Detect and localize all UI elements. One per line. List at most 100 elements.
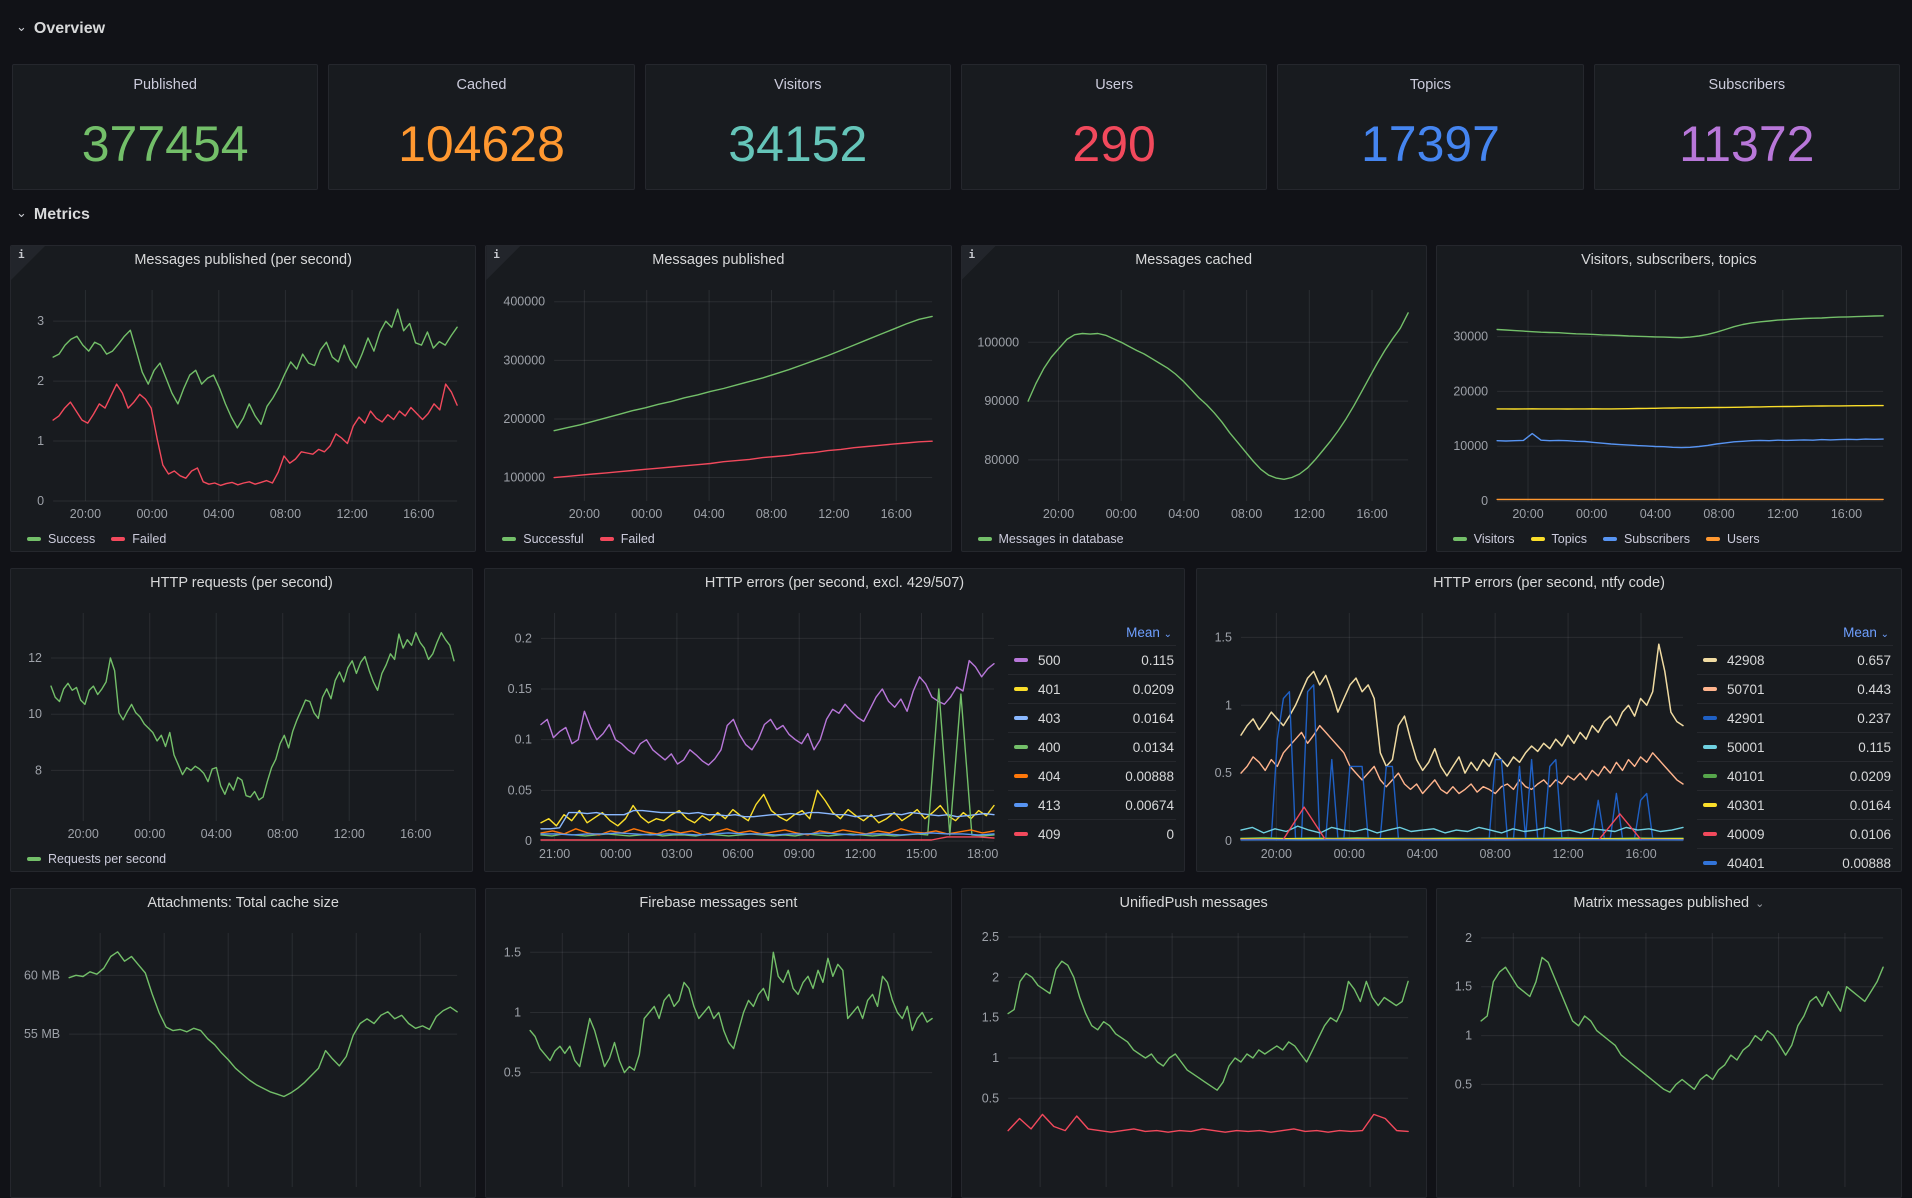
- legend-table-row[interactable]: 507010.443: [1697, 674, 1893, 703]
- panel-info-corner[interactable]: i: [962, 246, 996, 280]
- chart-messages-cached[interactable]: 800009000010000020:0000:0004:0008:0012:0…: [966, 276, 1422, 525]
- panel-messages-published-rate: i Messages published (per second) 012320…: [10, 245, 476, 552]
- panel-title[interactable]: Messages published (per second): [45, 252, 441, 274]
- svg-text:0.5: 0.5: [981, 1091, 998, 1105]
- svg-text:16:00: 16:00: [400, 827, 431, 841]
- legend-table-row[interactable]: 429010.237: [1697, 703, 1893, 732]
- legend-table-row[interactable]: 4040.00888: [1008, 761, 1176, 790]
- legend-table-row[interactable]: 400090.0106: [1697, 819, 1893, 848]
- legend-table-row[interactable]: 404010.00888: [1697, 848, 1893, 872]
- stat-title: Published: [13, 77, 317, 93]
- stats-row: Published 377454 Cached 104628 Visitors …: [12, 64, 1900, 190]
- legend-table-row[interactable]: 4090: [1008, 819, 1176, 848]
- legend-swatch: [1014, 687, 1028, 691]
- legend-item[interactable]: Failed: [600, 532, 655, 546]
- legend-sort-mean[interactable]: Mean ⌄: [1697, 623, 1893, 645]
- panel-messages-cached: i Messages cached 800009000010000020:000…: [961, 245, 1427, 552]
- svg-text:12:00: 12:00: [1552, 847, 1583, 861]
- legend-item[interactable]: Success: [27, 532, 95, 546]
- legend-item[interactable]: Users: [1706, 532, 1760, 546]
- legend-table-row[interactable]: 403010.0164: [1697, 790, 1893, 819]
- chart-matrix-messages[interactable]: 0.511.52: [1441, 919, 1897, 1193]
- panel-info-corner[interactable]: i: [486, 246, 520, 280]
- svg-text:16:00: 16:00: [1831, 507, 1862, 521]
- panel-title[interactable]: Messages published: [520, 252, 916, 274]
- legend-swatch: [1703, 861, 1717, 865]
- chart-visitors-subscribers-topics[interactable]: 010000200003000020:0000:0004:0008:0012:0…: [1441, 276, 1897, 525]
- panel-title[interactable]: Visitors, subscribers, topics: [1471, 252, 1867, 274]
- section-overview-label: Overview: [34, 20, 105, 38]
- legend-mean-value: 0.237: [1857, 711, 1891, 726]
- legend-table-row[interactable]: 429080.657: [1697, 645, 1893, 674]
- legend-item[interactable]: Successful: [502, 532, 583, 546]
- chart-http-errors-ntfy[interactable]: 00.511.520:0000:0004:0008:0012:0016:00: [1201, 599, 1697, 865]
- legend-table-row[interactable]: 5000.115: [1008, 645, 1176, 674]
- svg-text:20:00: 20:00: [1261, 847, 1292, 861]
- svg-text:2: 2: [1465, 931, 1472, 945]
- chart-unifiedpush-messages[interactable]: 0.511.522.5: [966, 919, 1422, 1193]
- chart-messages-published-total[interactable]: 10000020000030000040000020:0000:0004:000…: [490, 276, 946, 525]
- legend-swatch: [1014, 774, 1028, 778]
- panel-title[interactable]: Messages cached: [996, 252, 1392, 274]
- svg-text:00:00: 00:00: [600, 847, 631, 861]
- panel-http-errors-ntfy: HTTP errors (per second, ntfy code) 00.5…: [1196, 568, 1902, 872]
- legend-swatch: [1014, 745, 1028, 749]
- legend-table-row[interactable]: 4030.0164: [1008, 703, 1176, 732]
- svg-text:20:00: 20:00: [1042, 507, 1073, 521]
- panel-title[interactable]: HTTP requests (per second): [45, 575, 438, 597]
- chart-messages-published-rate[interactable]: 012320:0000:0004:0008:0012:0016:00: [15, 276, 471, 525]
- svg-text:2: 2: [37, 374, 44, 388]
- legend-sort-mean[interactable]: Mean ⌄: [1008, 623, 1176, 645]
- legend-item[interactable]: Subscribers: [1603, 532, 1690, 546]
- chart-http-errors-excl[interactable]: 00.050.10.150.221:0000:0003:0006:0009:00…: [489, 599, 1008, 865]
- panel-title[interactable]: HTTP errors (per second, excl. 429/507): [519, 575, 1150, 597]
- panel-firebase-messages: Firebase messages sent 0.511.5: [485, 888, 951, 1198]
- panel-title[interactable]: Attachments: Total cache size: [45, 895, 441, 917]
- section-metrics[interactable]: ⌄ Metrics: [16, 206, 90, 224]
- svg-text:12: 12: [28, 651, 42, 665]
- legend-table-row[interactable]: 4000.0134: [1008, 732, 1176, 761]
- svg-text:16:00: 16:00: [1625, 847, 1656, 861]
- svg-text:12:00: 12:00: [1293, 507, 1324, 521]
- svg-text:1: 1: [992, 1051, 999, 1065]
- chart-firebase-messages[interactable]: 0.511.5: [490, 919, 946, 1193]
- chart-legend: Visitors Topics Subscribers Users: [1453, 532, 1760, 546]
- svg-text:0.5: 0.5: [1215, 766, 1232, 780]
- panel-title[interactable]: Matrix messages published⌄: [1471, 895, 1867, 917]
- legend-table-row[interactable]: 401010.0209: [1697, 761, 1893, 790]
- svg-text:08:00: 08:00: [270, 507, 301, 521]
- svg-text:300000: 300000: [504, 353, 546, 367]
- legend-item[interactable]: Requests per second: [27, 852, 166, 866]
- legend-item[interactable]: Visitors: [1453, 532, 1515, 546]
- panel-unifiedpush-messages: UnifiedPush messages 0.511.522.5: [961, 888, 1427, 1198]
- svg-text:20000: 20000: [1453, 384, 1488, 398]
- section-overview[interactable]: ⌄ Overview: [16, 20, 105, 38]
- legend-table-row[interactable]: 4010.0209: [1008, 674, 1176, 703]
- chevron-down-icon: ⌄: [1881, 629, 1889, 640]
- panel-title[interactable]: UnifiedPush messages: [996, 895, 1392, 917]
- legend-table-row[interactable]: 500010.115: [1697, 732, 1893, 761]
- charts-row-2: HTTP requests (per second) 8101220:0000:…: [10, 568, 1902, 872]
- legend-mean-value: 0.657: [1857, 653, 1891, 668]
- panel-info-corner[interactable]: i: [11, 246, 45, 280]
- legend-swatch: [978, 537, 992, 541]
- panel-menu-chevron-icon[interactable]: ⌄: [1755, 898, 1764, 910]
- legend-item[interactable]: Messages in database: [978, 532, 1124, 546]
- legend-code: 409: [1038, 827, 1166, 842]
- chart-attachments-cache-size[interactable]: 55 MB60 MB: [15, 919, 471, 1193]
- legend-swatch: [1531, 537, 1545, 541]
- legend-item[interactable]: Topics: [1531, 532, 1587, 546]
- legend-swatch: [1603, 537, 1617, 541]
- svg-text:1: 1: [1465, 1029, 1472, 1043]
- svg-text:20:00: 20:00: [1512, 507, 1543, 521]
- svg-text:08:00: 08:00: [1480, 847, 1511, 861]
- svg-text:00:00: 00:00: [136, 507, 167, 521]
- info-icon: i: [18, 248, 25, 261]
- info-icon: i: [493, 248, 500, 261]
- legend-item[interactable]: Failed: [111, 532, 166, 546]
- chart-http-requests[interactable]: 8101220:0000:0004:0008:0012:0016:00: [15, 599, 468, 845]
- legend-table-row[interactable]: 4130.00674: [1008, 790, 1176, 819]
- panel-title[interactable]: Firebase messages sent: [520, 895, 916, 917]
- svg-text:1: 1: [514, 1005, 521, 1019]
- panel-title[interactable]: HTTP errors (per second, ntfy code): [1231, 575, 1867, 597]
